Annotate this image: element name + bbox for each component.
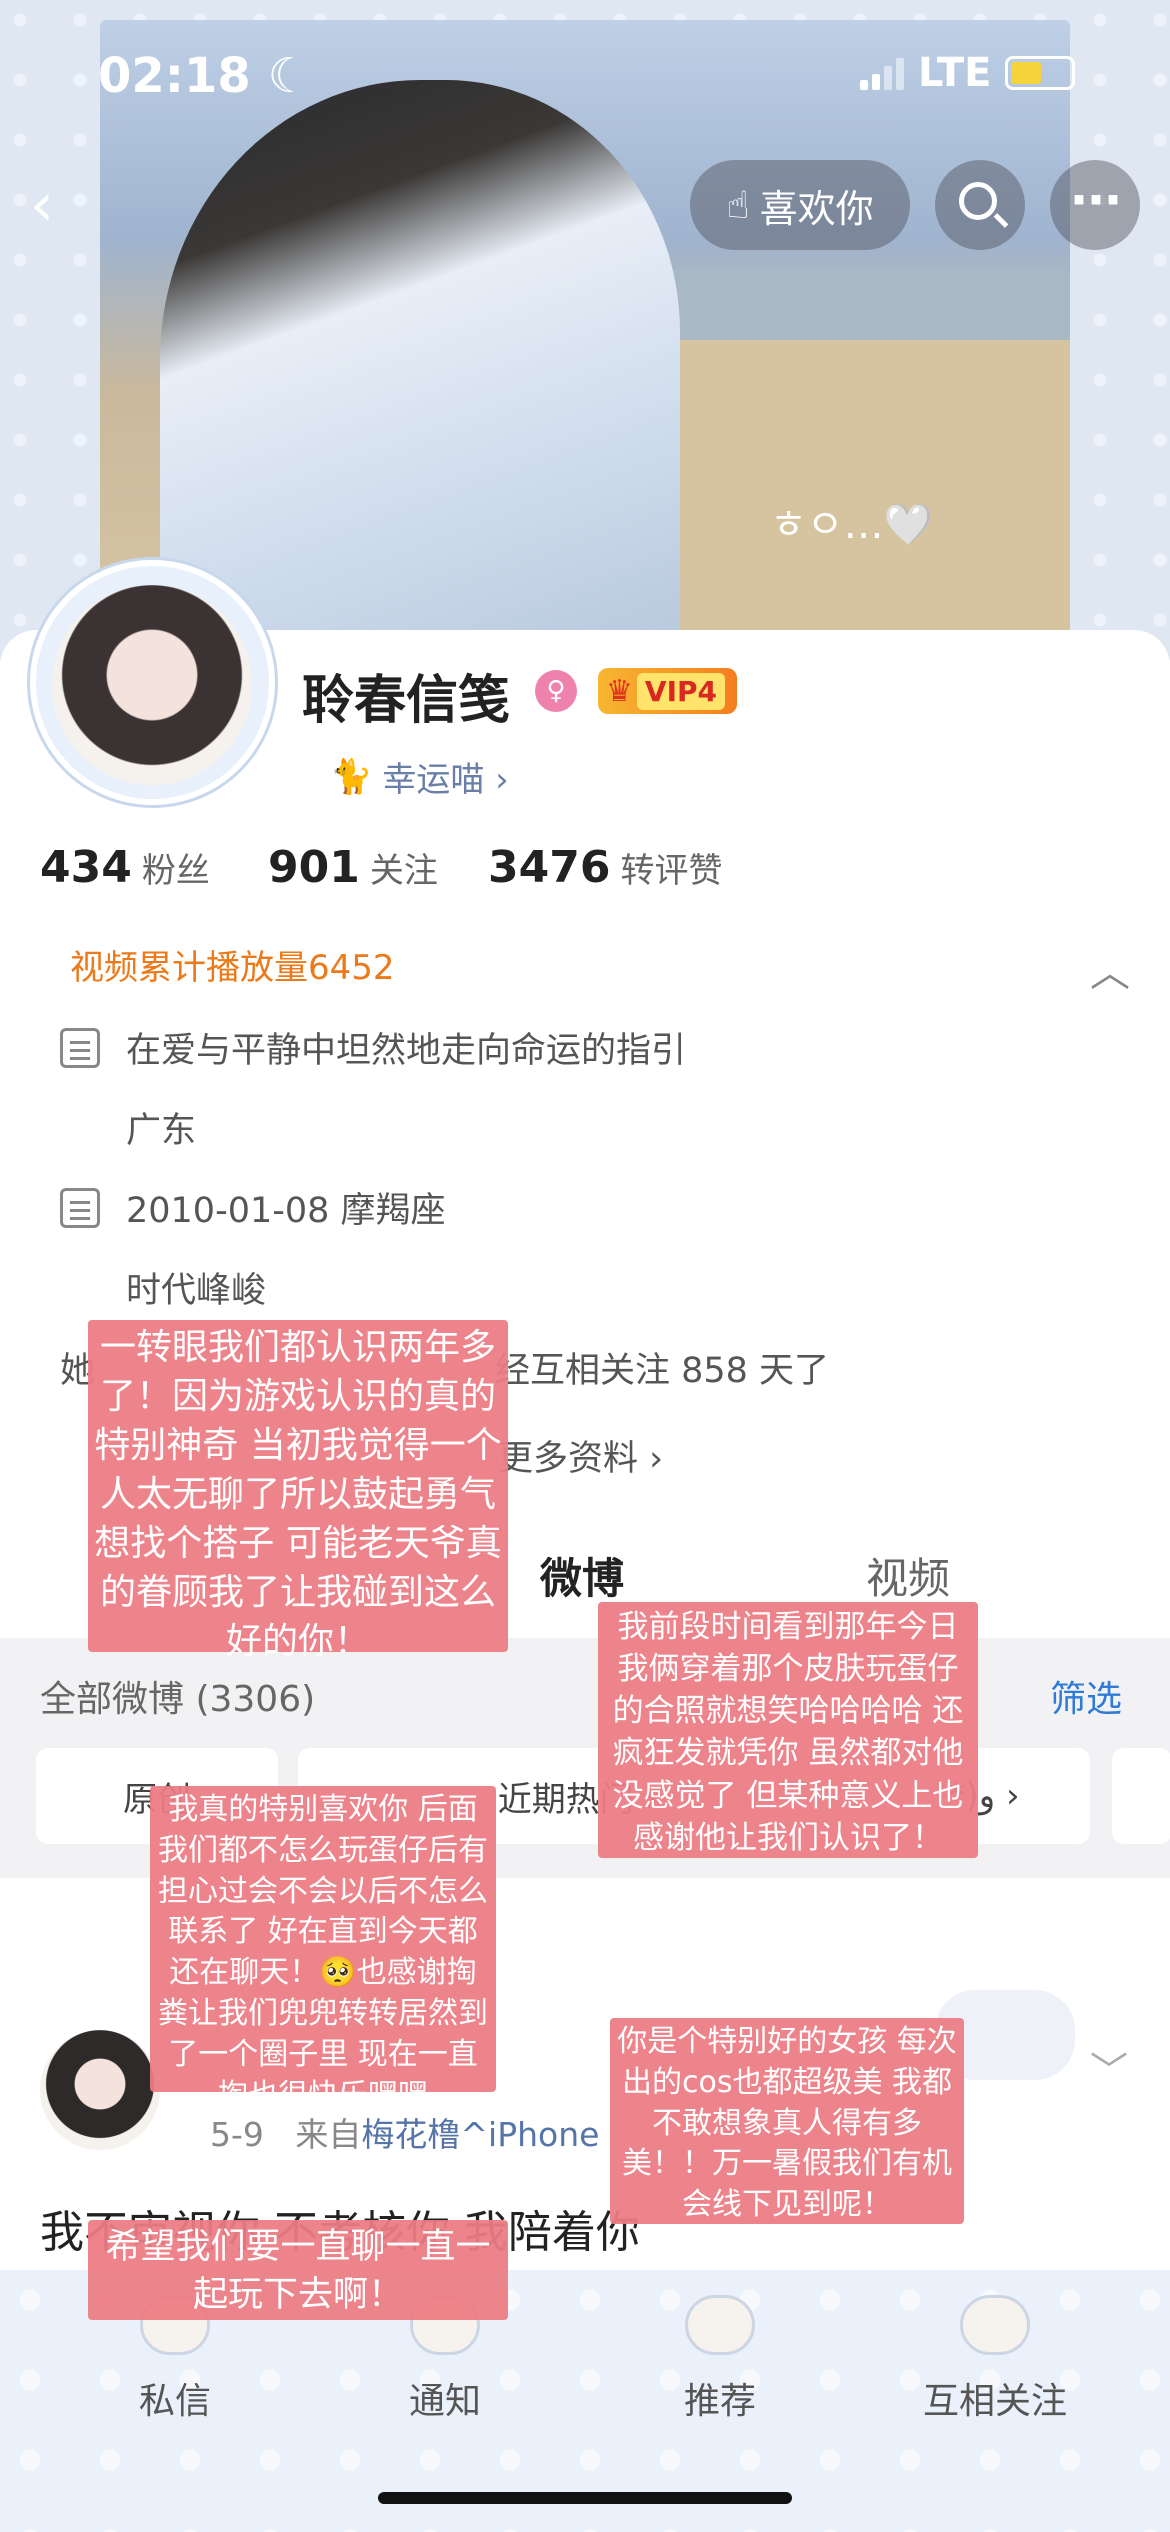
- search-icon-handle: [993, 213, 1009, 228]
- status-time: 02:18 ☾: [98, 48, 311, 104]
- lucky-label: 幸运喵 ›: [382, 760, 509, 800]
- interact-count: 3476: [488, 842, 611, 893]
- interact-label: 转评赞: [620, 851, 723, 891]
- follow-label: 关注: [369, 851, 438, 891]
- carrier-label: LTE: [918, 50, 992, 96]
- battery-icon: [1005, 56, 1076, 90]
- more-button[interactable]: ···: [1050, 160, 1140, 250]
- note-overlay: 一转眼我们都认识两年多了！因为游戏认识的真的特别神奇 当初我觉得一个人太无聊了所…: [88, 1320, 508, 1662]
- info-birthday: 2010-01-08 摩羯座: [60, 1182, 446, 1233]
- signal-icon: [860, 56, 904, 90]
- calendar-icon: [60, 1187, 100, 1228]
- stat-following[interactable]: 901 关注: [268, 842, 438, 893]
- info-bio: 在爱与平静中坦然地走向命运的指引: [60, 1022, 686, 1073]
- cover-person: [160, 80, 680, 640]
- moon-icon: ☾: [267, 48, 311, 104]
- post-source-prefix: 来自: [295, 2115, 362, 2154]
- follow-count: 901: [268, 842, 360, 893]
- fans-count: 434: [40, 842, 132, 893]
- chevron-up-icon[interactable]: ︿: [1090, 940, 1130, 998]
- nav-recommend[interactable]: 推荐: [620, 2372, 820, 2424]
- note-overlay: 希望我们要一直聊一直一起玩下去啊！: [88, 2220, 508, 2320]
- video-play-count[interactable]: 视频累计播放量6452: [70, 940, 395, 989]
- like-button[interactable]: ☝ 喜欢你: [690, 160, 910, 250]
- post-source[interactable]: 梅花橹^iPhone: [361, 2115, 599, 2154]
- status-time-text: 02:18: [98, 48, 251, 104]
- nav-messages[interactable]: 私信: [75, 2372, 275, 2424]
- nav-notifications[interactable]: 通知: [345, 2372, 545, 2424]
- home-indicator[interactable]: [378, 2492, 792, 2504]
- info-mutual-days: 经互相关注 858 天了: [495, 1351, 830, 1391]
- vip-badge[interactable]: ♛ VIP4: [598, 668, 737, 714]
- lucky-cat-link[interactable]: 🐈 幸运喵 ›: [330, 752, 509, 801]
- info-location: 广东: [126, 1111, 197, 1151]
- cover-overlay-text: ㅎㅇ…🤍: [770, 502, 934, 548]
- chevron-down-icon[interactable]: ﹀: [1090, 2040, 1128, 2095]
- status-indicators: LTE: [860, 50, 1076, 96]
- info-company: 时代峰峻: [126, 1271, 267, 1311]
- fans-label: 粉丝: [141, 851, 210, 891]
- post-avatar[interactable]: [40, 2030, 160, 2150]
- back-button[interactable]: ‹: [30, 175, 90, 235]
- more-info-link[interactable]: 更多资料 ›: [498, 1430, 663, 1481]
- document-icon: [60, 1027, 100, 1068]
- recommend-icon: [685, 2295, 755, 2355]
- cover-sea: [620, 270, 1070, 340]
- chip-more[interactable]: [1112, 1748, 1170, 1844]
- vip-label: VIP4: [636, 672, 725, 710]
- cat-icon: 🐈: [330, 756, 373, 797]
- nav-mutual-follow[interactable]: 互相关注: [895, 2372, 1095, 2424]
- stat-interactions[interactable]: 3476 转评赞: [488, 842, 722, 893]
- crown-icon: ♛: [606, 673, 633, 709]
- all-weibo-count: 全部微博 (3306): [40, 1679, 316, 1720]
- search-icon: [959, 182, 997, 220]
- avatar[interactable]: [52, 585, 252, 785]
- hand-icon: ☝: [726, 183, 750, 227]
- birthday-text: 2010-01-08 摩羯座: [126, 1191, 446, 1231]
- bio-text: 在爱与平静中坦然地走向命运的指引: [126, 1031, 687, 1071]
- stat-fans[interactable]: 434 粉丝: [40, 842, 210, 893]
- like-label: 喜欢你: [759, 186, 874, 231]
- bear-icon: [960, 2295, 1030, 2355]
- post-date: 5-9: [210, 2115, 264, 2154]
- tab-weibo[interactable]: 微博: [540, 1545, 624, 1606]
- note-overlay: 我前段时间看到那年今日我俩穿着那个皮肤玩蛋仔的合照就想笑哈哈哈哈 还疯狂发就凭你…: [598, 1602, 978, 1858]
- cover-sand: [620, 340, 1070, 640]
- username: 聆春信笺: [302, 671, 511, 731]
- filter-button[interactable]: 筛选: [1050, 1670, 1122, 1722]
- note-overlay: 我真的特别喜欢你 后面我们都不怎么玩蛋仔后有担心过会不会以后不怎么联系了 好在直…: [150, 1786, 496, 2113]
- female-icon: ♀: [535, 670, 577, 712]
- tab-video[interactable]: 视频: [866, 1545, 950, 1606]
- note-overlay: 你是个特别好的女孩 每次出的cos也都超级美 我都不敢想象真人得有多美！！万一暑…: [610, 2018, 964, 2224]
- search-button[interactable]: [935, 160, 1025, 250]
